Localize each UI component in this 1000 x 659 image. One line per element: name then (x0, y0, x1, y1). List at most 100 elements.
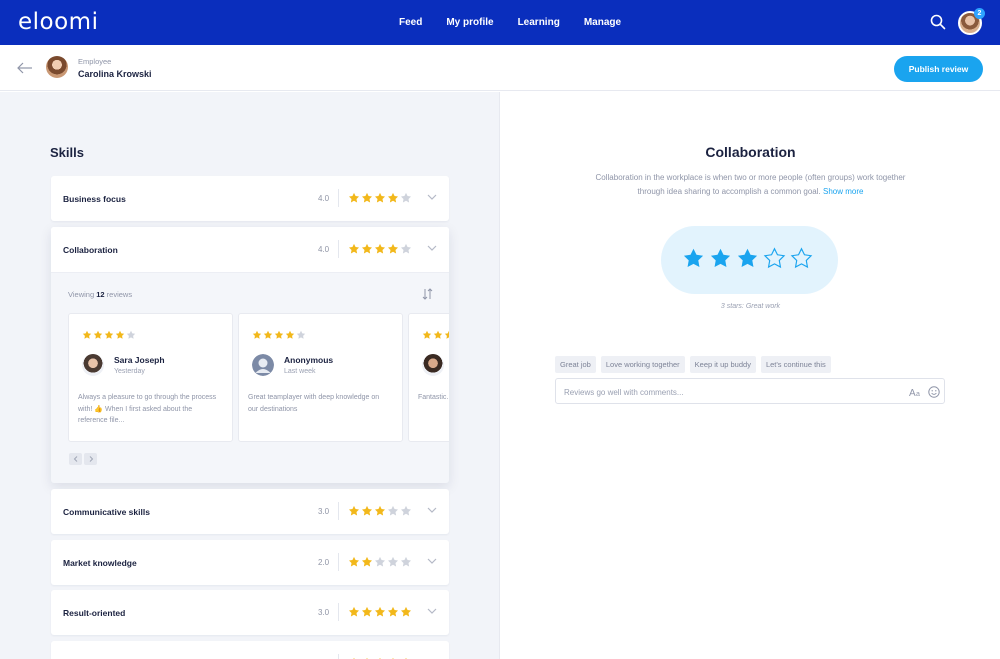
divider (338, 189, 339, 207)
star-rating (82, 330, 136, 340)
employee-avatar (46, 56, 68, 78)
quick-reply-chips: Great job Love working together Keep it … (555, 356, 831, 373)
skill-label: Collaboration (63, 245, 118, 255)
star-filled-icon (285, 330, 295, 339)
chip-love-working-together[interactable]: Love working together (600, 356, 685, 373)
chevron-left-icon (73, 456, 78, 462)
text-format-icon[interactable]: A a (909, 386, 922, 398)
reviews-count: Viewing 12 reviews (68, 290, 132, 299)
skill-score: 3.0 (318, 507, 330, 516)
review-card[interactable]: Anonymous Last week Great teamplayer wit… (238, 313, 403, 442)
skill-expanded-collaboration: Collaboration 4.0 Viewing 12 reviews Sar… (51, 227, 449, 483)
skill-label: Communicative skills (63, 507, 150, 517)
employee-role: Employee (78, 57, 112, 66)
star-filled-icon (375, 243, 385, 254)
chevron-down-icon[interactable] (427, 606, 437, 616)
star-empty-icon (388, 556, 398, 567)
comment-input[interactable] (564, 385, 894, 399)
star-filled-icon[interactable] (736, 247, 759, 270)
prev-button[interactable] (69, 453, 82, 465)
star-empty-icon (388, 505, 398, 516)
star-filled-icon (362, 606, 372, 617)
review-text: Fantastic... very stron... (418, 394, 449, 401)
star-filled-icon (252, 330, 262, 339)
skill-row-header: Collaboration 4.0 (51, 227, 449, 272)
star-filled-icon (388, 606, 398, 617)
eloomi-logo[interactable]: eloomi (18, 9, 98, 35)
review-text: Great teamplayer with deep knowledge on … (248, 394, 380, 413)
chevron-right-icon (89, 456, 94, 462)
star-empty-icon (401, 192, 411, 203)
emoji-icon[interactable] (928, 386, 940, 398)
skill-row-market-knowledge[interactable]: Market knowledge 2.0 (51, 540, 449, 585)
star-filled-icon[interactable] (709, 247, 732, 270)
next-button[interactable] (84, 453, 97, 465)
review-card[interactable]: Fantastic... very stron... (408, 313, 449, 442)
star-rating (252, 330, 306, 340)
skill-score: 2.0 (318, 558, 330, 567)
divider (338, 603, 339, 621)
svg-text:a: a (916, 391, 920, 398)
divider (338, 502, 339, 520)
star-filled-icon (375, 192, 385, 203)
star-filled-icon (104, 330, 114, 339)
star-filled-icon (115, 330, 125, 339)
star-empty-icon (296, 330, 306, 339)
search-icon[interactable] (930, 14, 946, 30)
nav-my-profile[interactable]: My profile (446, 17, 493, 28)
viewing-suffix: reviews (106, 290, 133, 299)
review-card[interactable]: Sara Joseph Yesterday Always a pleasure … (68, 313, 233, 442)
reviewer-avatar (422, 354, 444, 376)
nav-learning[interactable]: Learning (518, 17, 560, 28)
star-rating (348, 192, 412, 204)
back-arrow-icon[interactable] (16, 59, 34, 77)
main-nav: Feed My profile Learning Manage (399, 17, 645, 28)
skill-row-communicative-skills[interactable]: Communicative skills 3.0 (51, 489, 449, 534)
star-filled-icon (274, 330, 284, 339)
chevron-down-icon[interactable] (427, 192, 437, 202)
star-filled-icon (388, 243, 398, 254)
show-more-link[interactable]: Show more (823, 187, 863, 196)
notification-badge[interactable]: 2 (974, 8, 985, 19)
reviewer-avatar (82, 354, 104, 376)
nav-manage[interactable]: Manage (584, 17, 621, 28)
skill-description: Collaboration in the workplace is when t… (583, 171, 918, 199)
chevron-down-icon[interactable] (427, 505, 437, 515)
skill-score: 3.0 (318, 608, 330, 617)
skill-row-result-oriented[interactable]: Result-oriented 3.0 (51, 590, 449, 635)
star-empty-icon[interactable] (763, 247, 786, 270)
star-empty-icon[interactable] (790, 247, 813, 270)
chip-keep-it-up-buddy[interactable]: Keep it up buddy (689, 356, 756, 373)
star-rating (348, 243, 412, 255)
chip-great-job[interactable]: Great job (555, 356, 596, 373)
chip-lets-continue-this[interactable]: Let's continue this (760, 356, 831, 373)
skill-row-collaboration[interactable]: Collaboration 4.0 (51, 227, 449, 273)
chevron-down-icon[interactable] (427, 243, 437, 253)
nav-feed[interactable]: Feed (399, 17, 422, 28)
star-rating (422, 330, 449, 340)
carousel-pager (69, 453, 97, 465)
star-filled-icon[interactable] (682, 247, 705, 270)
star-filled-icon (82, 330, 92, 339)
star-filled-icon (349, 505, 359, 516)
star-empty-icon (401, 243, 411, 254)
divider (338, 654, 339, 659)
rating-input[interactable] (682, 247, 813, 270)
chevron-down-icon[interactable] (427, 556, 437, 566)
review-time: Yesterday (114, 368, 145, 375)
star-empty-icon (375, 556, 385, 567)
publish-review-button[interactable]: Publish review (894, 56, 983, 82)
skill-row-partial[interactable] (51, 641, 449, 659)
sort-icon[interactable] (422, 288, 433, 300)
review-cards: Sara Joseph Yesterday Always a pleasure … (68, 313, 449, 443)
star-rating (348, 606, 412, 618)
skills-title: Skills (50, 145, 84, 160)
star-filled-icon (433, 330, 443, 339)
reviewer-name: Anonymous (284, 355, 334, 365)
star-filled-icon (349, 606, 359, 617)
skill-detail-title: Collaboration (705, 144, 796, 160)
skill-row-business-focus[interactable]: Business focus 4.0 (51, 176, 449, 221)
employee-header: Employee Carolina Krowski Publish review (0, 45, 1000, 91)
review-time: Last week (284, 368, 316, 375)
employee-name: Carolina Krowski (78, 69, 152, 79)
